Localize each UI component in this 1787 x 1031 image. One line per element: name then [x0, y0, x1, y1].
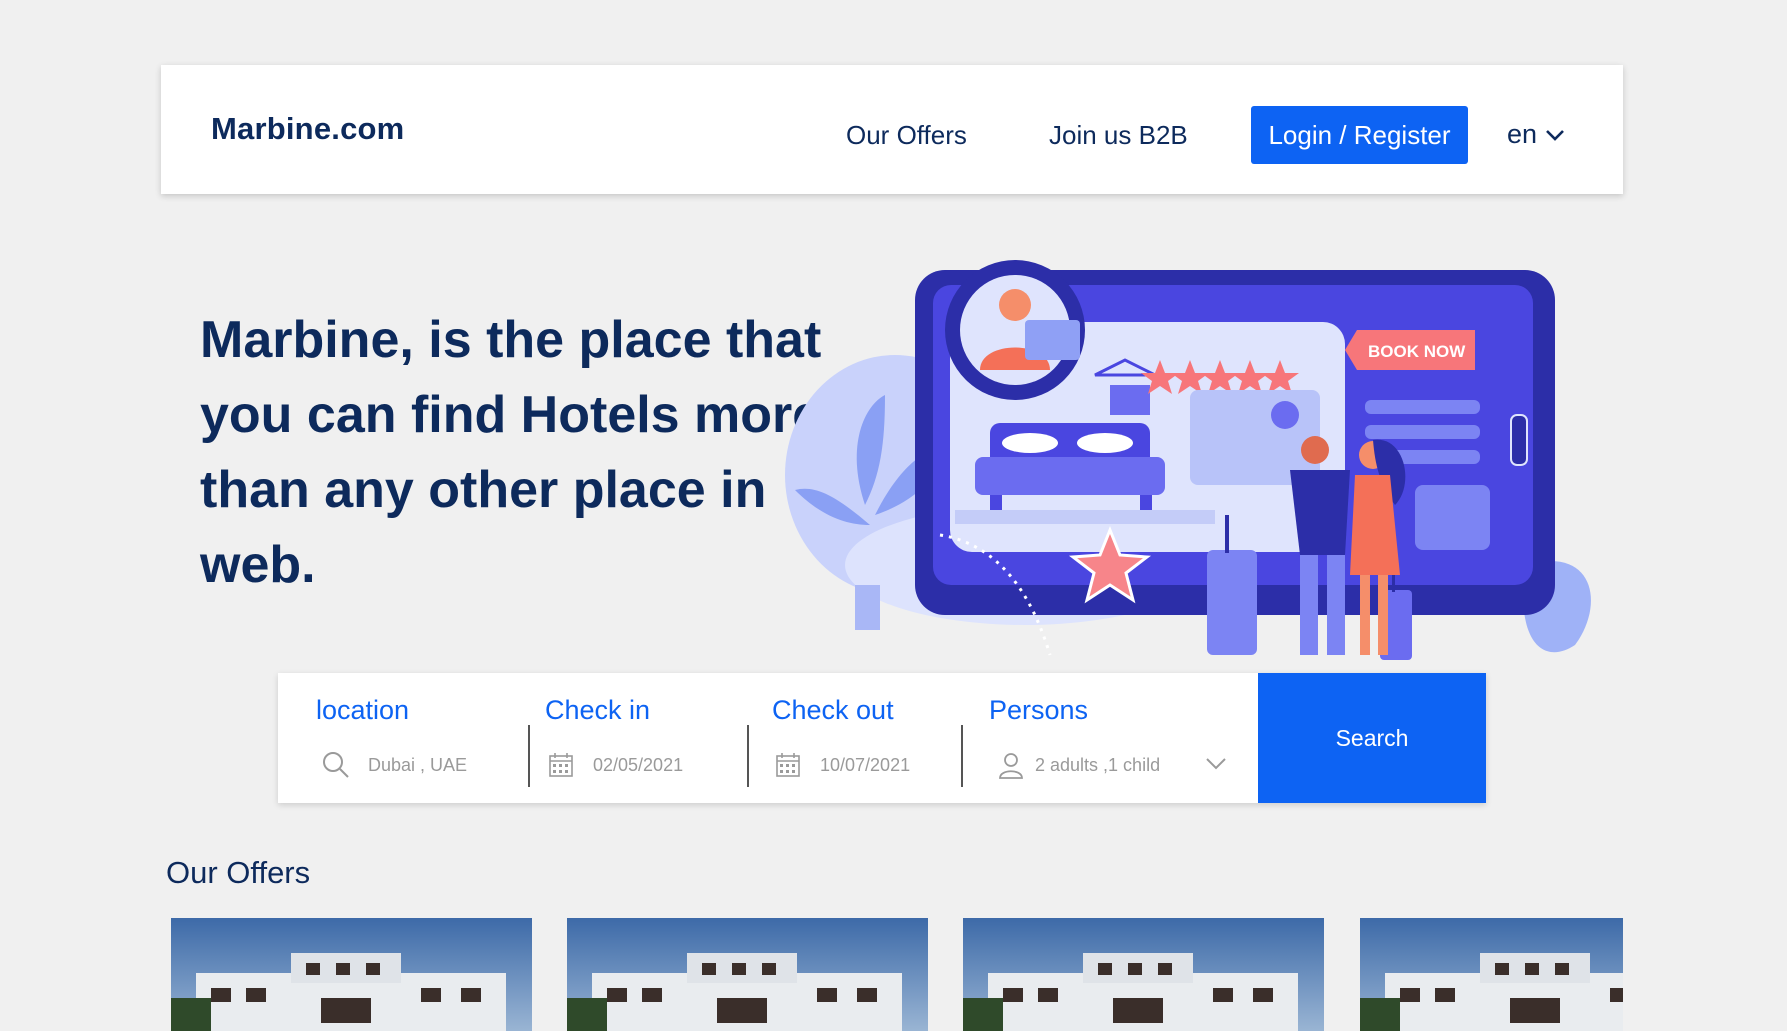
- nav-join-b2b[interactable]: Join us B2B: [1049, 120, 1188, 151]
- field-divider: [961, 725, 963, 787]
- hotel-photo: [963, 918, 1324, 1031]
- site-logo[interactable]: Marbine.com: [211, 111, 404, 147]
- navbar: Marbine.com Our Offers Join us B2B Login…: [161, 65, 1623, 194]
- book-now-label: BOOK NOW: [1368, 342, 1466, 361]
- calendar-icon: [776, 753, 800, 777]
- login-register-button[interactable]: Login / Register: [1251, 106, 1468, 164]
- chevron-down-icon: [1546, 129, 1564, 141]
- hotel-photo: [1360, 918, 1623, 1031]
- offer-card[interactable]: [1360, 918, 1623, 1031]
- field-divider: [747, 725, 749, 787]
- hero-title: Marbine, is the place that you can find …: [200, 311, 822, 594]
- hotel-photo: [567, 918, 928, 1031]
- chevron-down-icon[interactable]: [1205, 755, 1227, 771]
- check-out-label: Check out: [772, 695, 894, 725]
- nav-our-offers[interactable]: Our Offers: [846, 120, 967, 151]
- offers-section-title: Our Offers: [166, 855, 311, 890]
- check-in-label: Check in: [545, 695, 651, 725]
- location-label: location: [316, 695, 410, 725]
- offer-card[interactable]: [567, 918, 928, 1031]
- persons-value: 2 adults ,1 child: [1035, 754, 1161, 775]
- language-label: en: [1507, 119, 1538, 149]
- check-out-field[interactable]: Check out 10/07/2021: [772, 673, 972, 803]
- location-field[interactable]: location Dubai , UAE: [316, 673, 516, 803]
- user-icon: [999, 753, 1023, 779]
- check-in-value: 02/05/2021: [593, 754, 684, 775]
- persons-field[interactable]: Persons 2 adults ,1 child: [989, 673, 1239, 803]
- hotel-photo: [171, 918, 532, 1031]
- offer-card[interactable]: [963, 918, 1324, 1031]
- search-icon: [323, 752, 349, 778]
- search-button[interactable]: Search: [1258, 673, 1486, 803]
- offer-card[interactable]: [171, 918, 532, 1031]
- field-divider: [528, 725, 530, 787]
- check-in-field[interactable]: Check in 02/05/2021: [545, 673, 745, 803]
- language-selector[interactable]: en: [1507, 119, 1565, 150]
- offers-list: [171, 918, 1623, 1031]
- check-out-value: 10/07/2021: [820, 754, 911, 775]
- calendar-icon: [549, 753, 573, 777]
- location-value: Dubai , UAE: [368, 754, 468, 775]
- persons-label: Persons: [989, 695, 1089, 725]
- hotel-search-form: location Dubai , UAE Check in 02/05/2021…: [278, 673, 1486, 803]
- hotel-booking-illustration: BOOK NOW: [785, 260, 1591, 660]
